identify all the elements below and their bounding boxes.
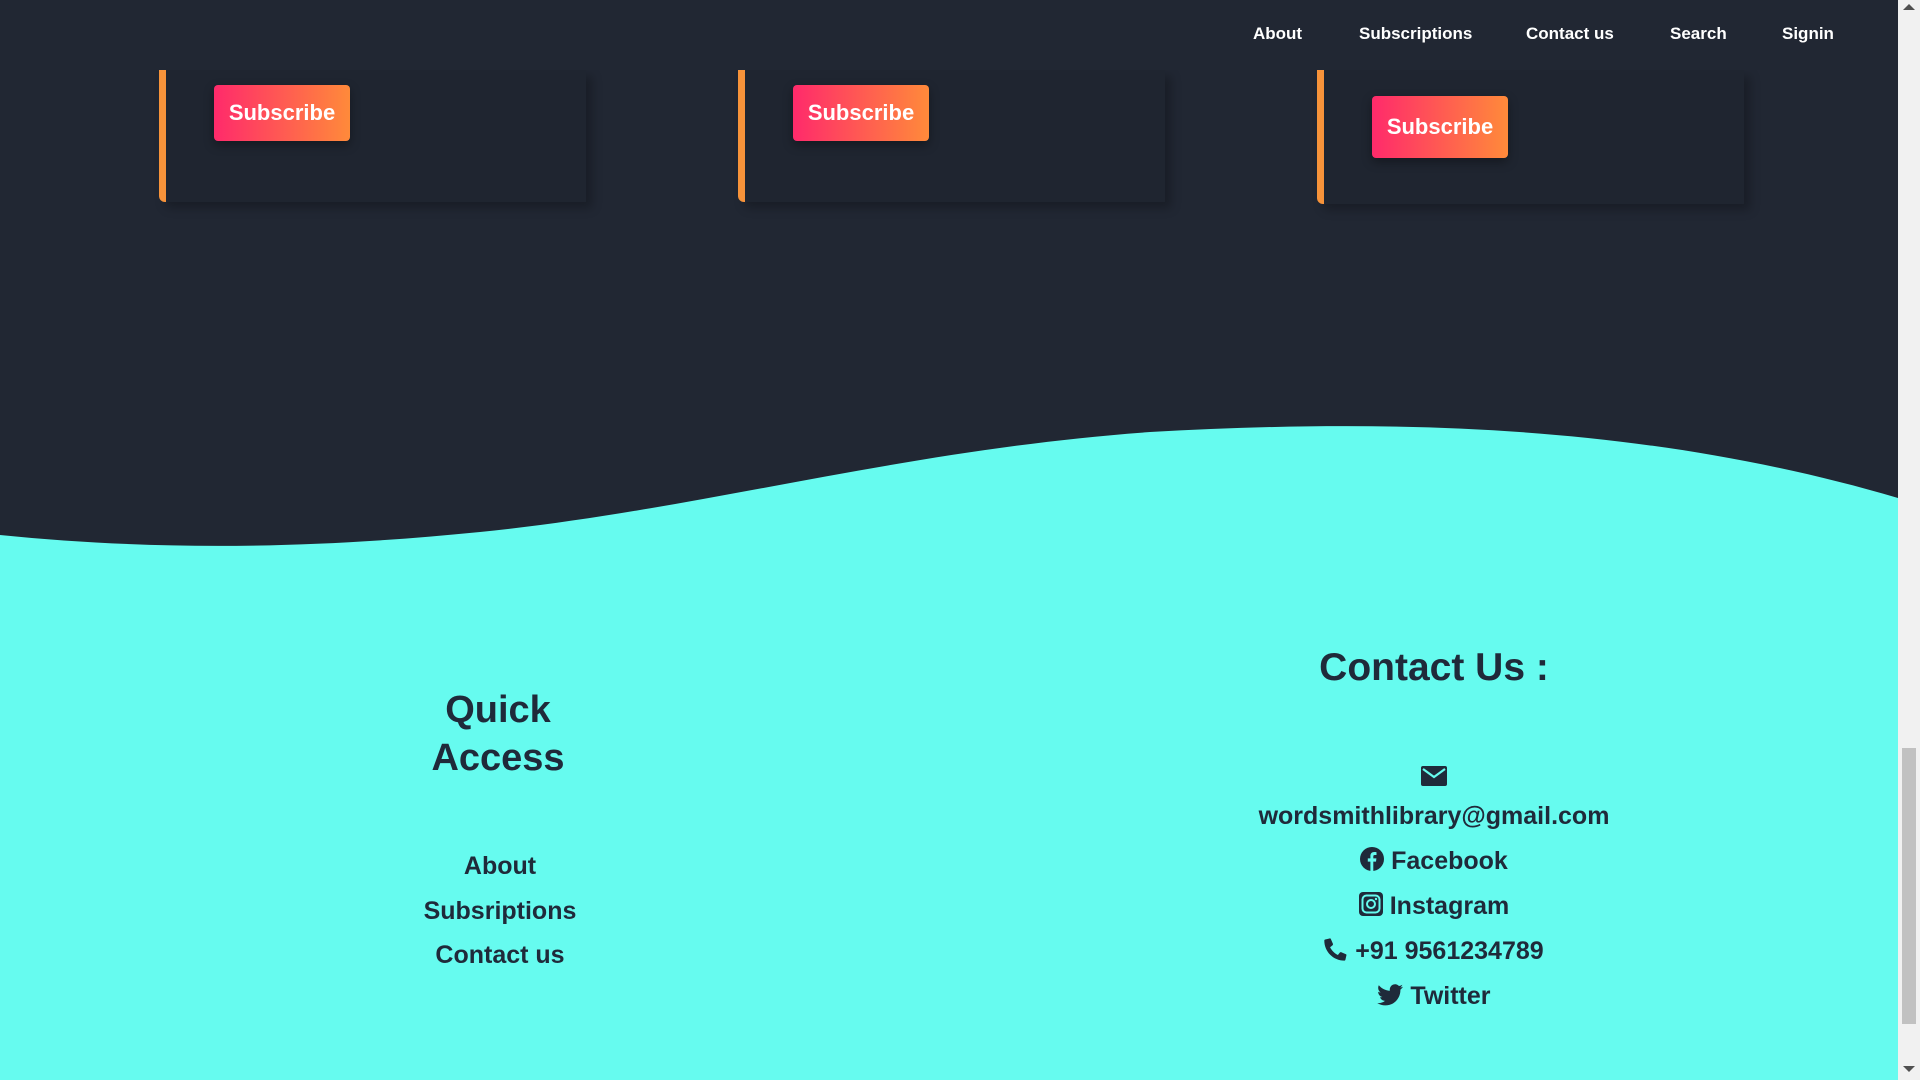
- footer-link-contact-us[interactable]: Contact us: [380, 941, 620, 970]
- contact-instagram[interactable]: Instagram: [1184, 892, 1684, 921]
- contact-phone[interactable]: +91 9561234789: [1184, 937, 1684, 966]
- twitter-label: Twitter: [1410, 982, 1491, 1010]
- subscribe-button-3[interactable]: Subscribe: [1372, 96, 1508, 158]
- subscription-card-3: Subscribe: [1317, 70, 1744, 204]
- nav-search[interactable]: Search: [1670, 24, 1727, 44]
- nav-about[interactable]: About: [1253, 24, 1302, 44]
- scroll-up-arrow-icon[interactable]: [1903, 4, 1915, 10]
- contact-email[interactable]: wordsmithlibrary@gmail.com: [1184, 802, 1684, 831]
- page: About Subscriptions Contact us Search Si…: [0, 0, 1898, 1080]
- top-nav: About Subscriptions Contact us Search Si…: [0, 0, 1898, 70]
- quick-access-title-line2: Access: [431, 737, 565, 779]
- nav-contact-us[interactable]: Contact us: [1526, 24, 1614, 44]
- facebook-label: Facebook: [1391, 847, 1508, 875]
- contact-us-title: Contact Us :: [1319, 646, 1549, 689]
- vertical-scrollbar[interactable]: [1898, 0, 1920, 1080]
- footer-link-subscriptions[interactable]: Subsriptions: [380, 897, 620, 926]
- contact-twitter[interactable]: Twitter: [1184, 982, 1684, 1011]
- nav-subscriptions[interactable]: Subscriptions: [1359, 24, 1472, 44]
- facebook-icon: [1360, 847, 1385, 871]
- quick-access-title-line1: Quick: [445, 689, 551, 731]
- scroll-down-arrow-icon[interactable]: [1903, 1066, 1915, 1072]
- subscription-card-2: Subscribe: [738, 70, 1165, 202]
- footer-link-about[interactable]: About: [380, 852, 620, 881]
- instagram-icon: [1358, 892, 1383, 916]
- footer-wave: [0, 426, 1898, 560]
- email-icon-row: [1184, 762, 1684, 791]
- nav-signin[interactable]: Signin: [1782, 24, 1834, 44]
- footer: Quick Access About Subsriptions Contact …: [0, 550, 1898, 1080]
- scrollbar-thumb[interactable]: [1902, 748, 1916, 1024]
- phone-label: +91 9561234789: [1355, 937, 1544, 965]
- instagram-label: Instagram: [1389, 892, 1510, 920]
- twitter-icon: [1377, 984, 1404, 1006]
- contact-facebook[interactable]: Facebook: [1184, 847, 1684, 876]
- phone-icon: [1324, 938, 1347, 961]
- subscribe-button-1[interactable]: Subscribe: [214, 85, 350, 141]
- subscription-card-1: Subscribe: [159, 70, 586, 202]
- quick-access-title: Quick Access: [398, 686, 598, 782]
- subscribe-button-2[interactable]: Subscribe: [793, 85, 929, 141]
- envelope-icon: [1421, 766, 1447, 786]
